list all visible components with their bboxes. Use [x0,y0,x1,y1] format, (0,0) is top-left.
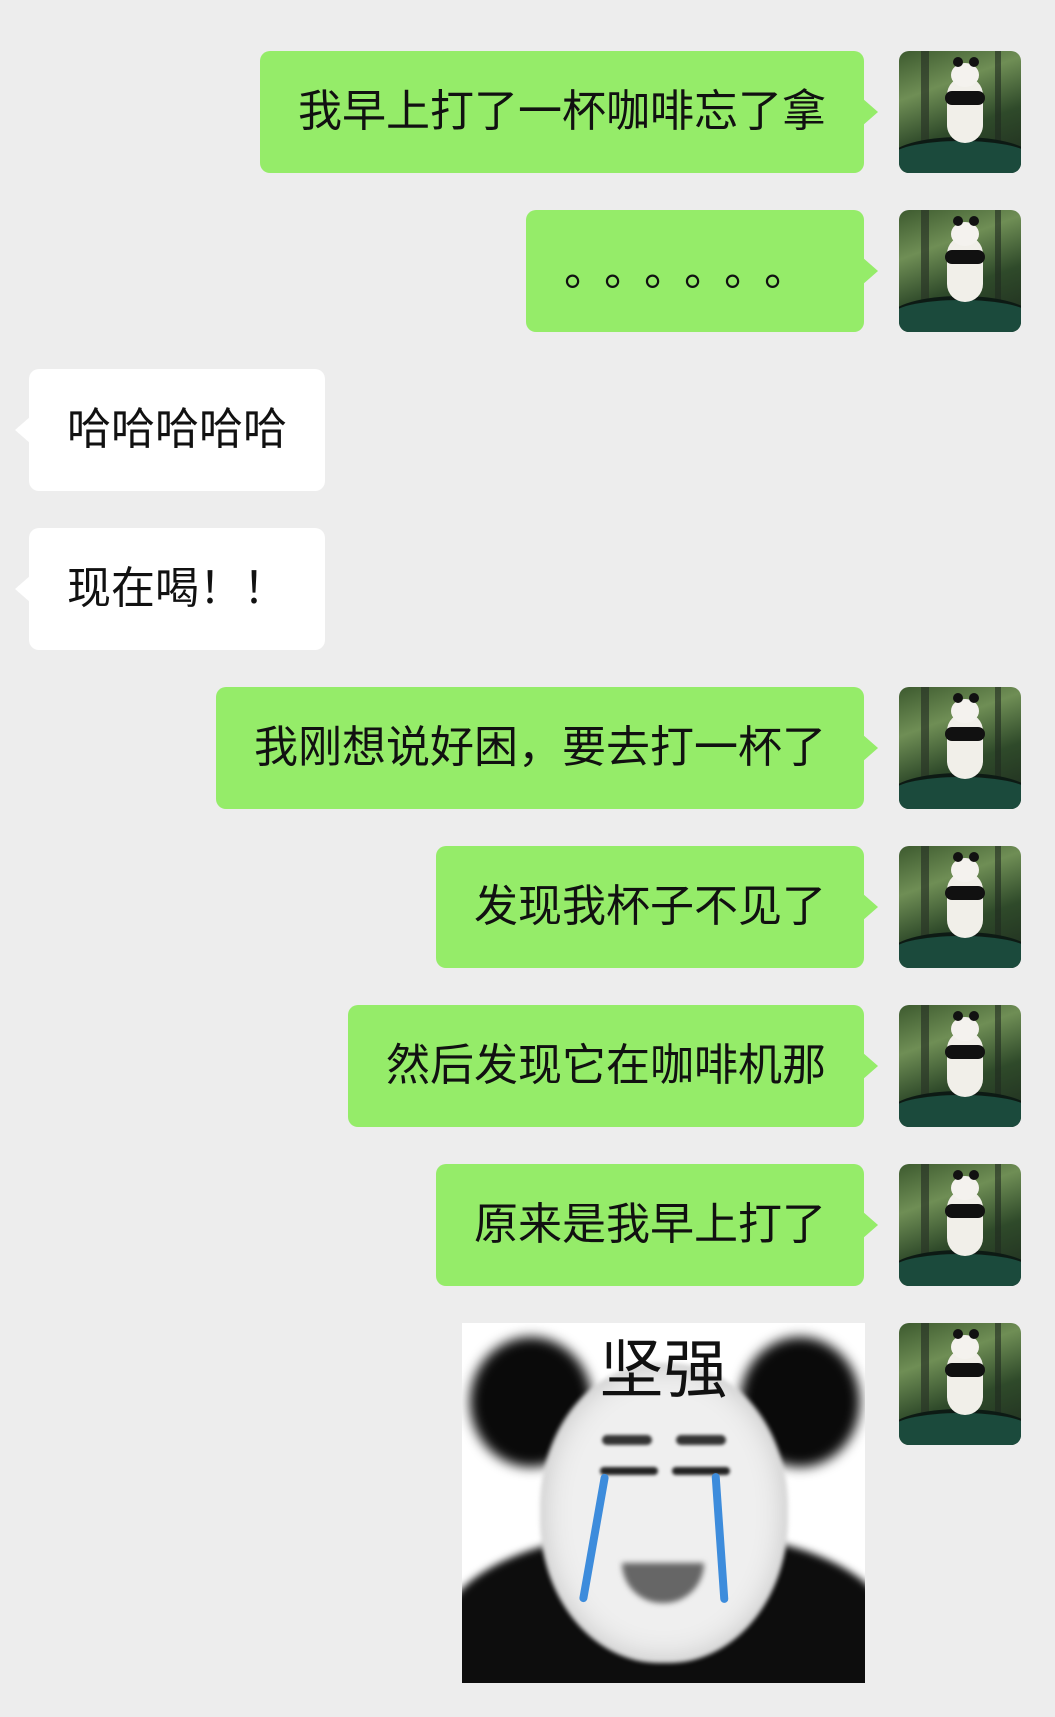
my-message-bubble[interactable]: 发现我杯子不见了 [436,846,878,968]
my-message-bubble[interactable]: 然后发现它在咖啡机那 [348,1005,878,1127]
panda-avatar-icon[interactable] [899,51,1021,173]
message-row: 原来是我早上打了 [0,1164,1055,1286]
my-message-bubble[interactable]: 。。。。。。 [526,210,878,332]
panda-avatar-icon[interactable] [899,1164,1021,1286]
message-row: 发现我杯子不见了 [0,846,1055,968]
sticker-caption: 坚强 [599,1334,728,1408]
panda-meme-sticker[interactable]: 坚强 [462,1323,865,1683]
their-message-bubble[interactable]: 现在喝！！ [15,528,325,650]
panda-avatar-icon[interactable] [899,846,1021,968]
panda-avatar-icon[interactable] [899,687,1021,809]
my-message-bubble[interactable]: 我早上打了一杯咖啡忘了拿 [260,51,878,173]
panda-avatar-icon[interactable] [899,1323,1021,1445]
their-message-bubble[interactable]: 哈哈哈哈哈 [15,369,325,491]
message-row: 。。。。。。 [0,210,1055,332]
sticker-brow-left [602,1435,652,1445]
panda-avatar-icon[interactable] [899,210,1021,332]
my-message-bubble[interactable]: 我刚想说好困，要去打一杯了 [216,687,878,809]
message-row: 现在喝！！ [0,528,1055,650]
message-row: 我早上打了一杯咖啡忘了拿 [0,51,1055,173]
sticker-eye-right [672,1467,730,1475]
message-row: 然后发现它在咖啡机那 [0,1005,1055,1127]
my-message-bubble[interactable]: 原来是我早上打了 [436,1164,878,1286]
sticker-brow-right [676,1435,726,1445]
message-row: 哈哈哈哈哈 [0,369,1055,491]
panda-avatar-icon[interactable] [899,1005,1021,1127]
message-row: 我刚想说好困，要去打一杯了 [0,687,1055,809]
sticker-eye-left [600,1467,658,1475]
